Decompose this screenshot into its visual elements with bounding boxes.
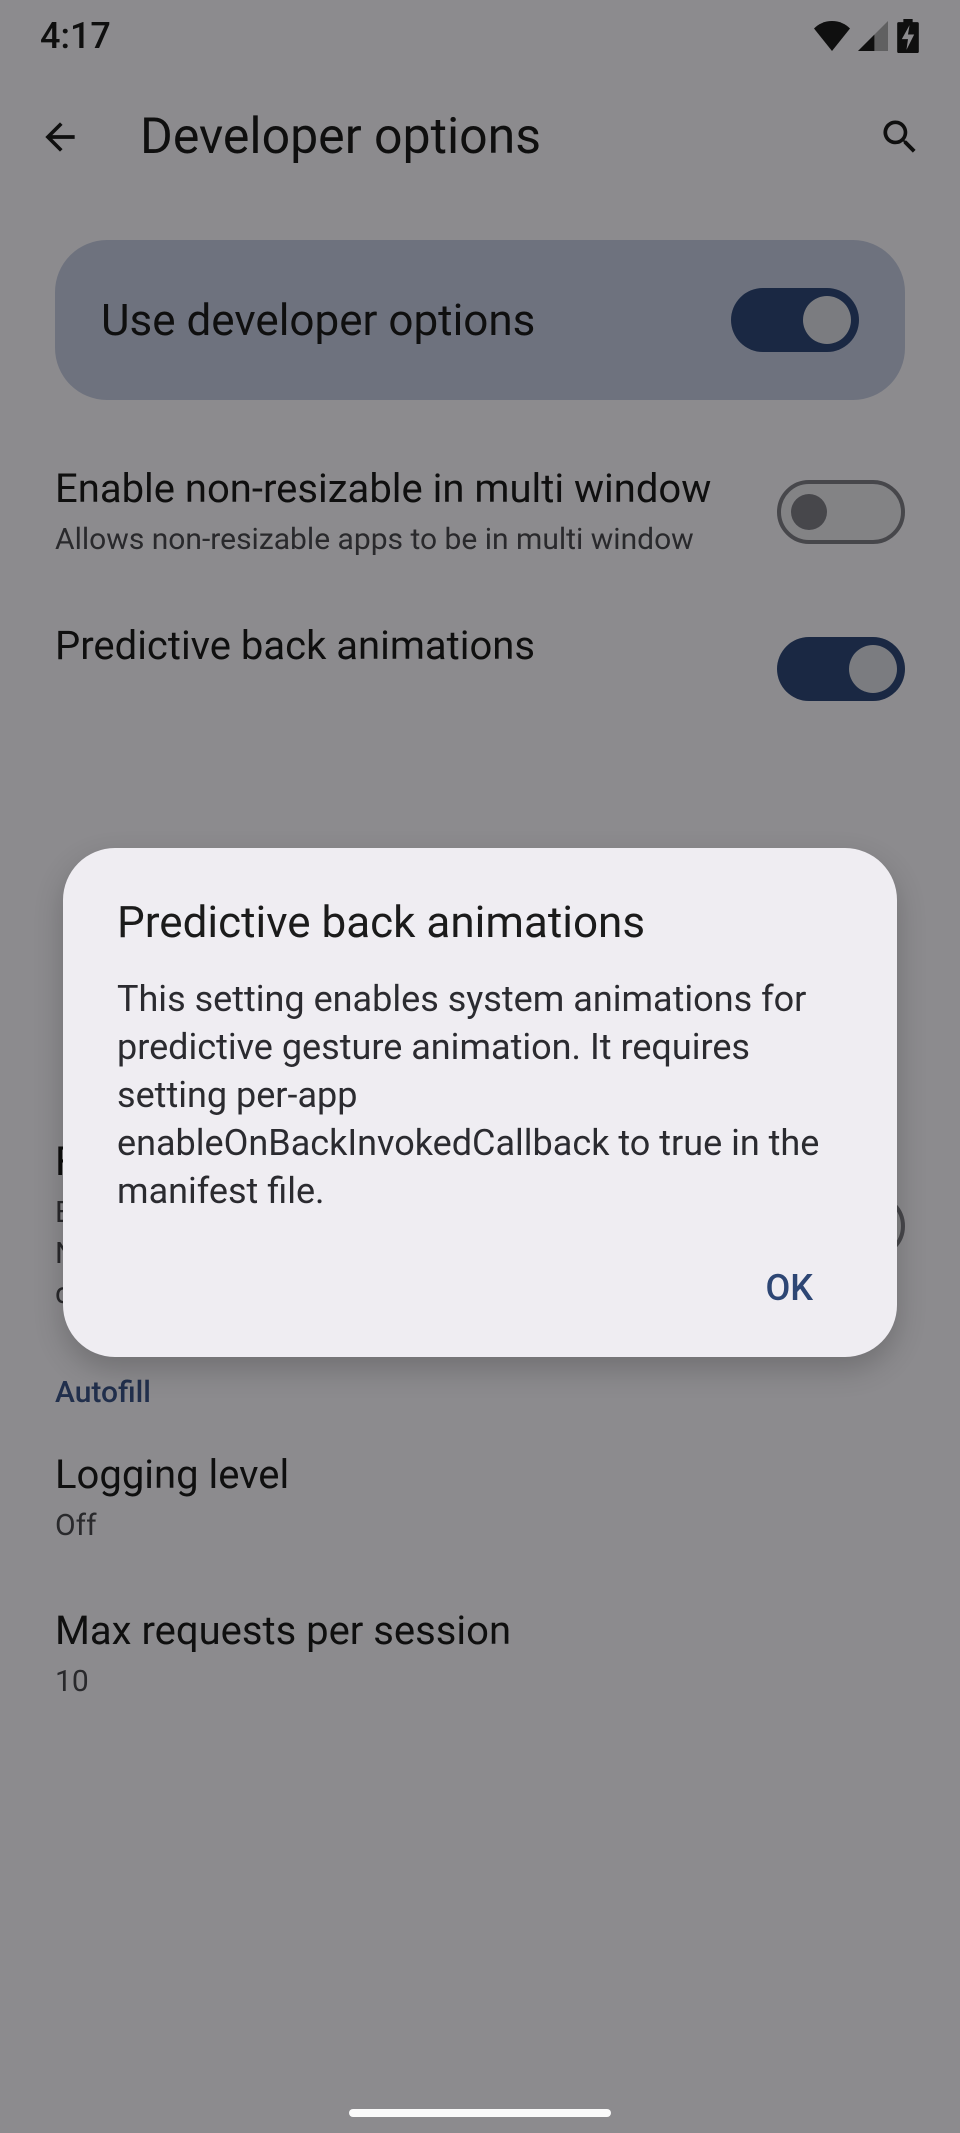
dialog-scrim[interactable]: Predictive back animations This setting … (0, 0, 960, 2133)
dialog-actions: OK (117, 1253, 843, 1323)
dialog-ok-button[interactable]: OK (735, 1253, 843, 1323)
dialog-body: This setting enables system animations f… (117, 976, 843, 1215)
nav-bar-indicator[interactable] (349, 2109, 611, 2117)
dialog-predictive-back: Predictive back animations This setting … (63, 848, 897, 1357)
dialog-title: Predictive back animations (117, 896, 843, 948)
